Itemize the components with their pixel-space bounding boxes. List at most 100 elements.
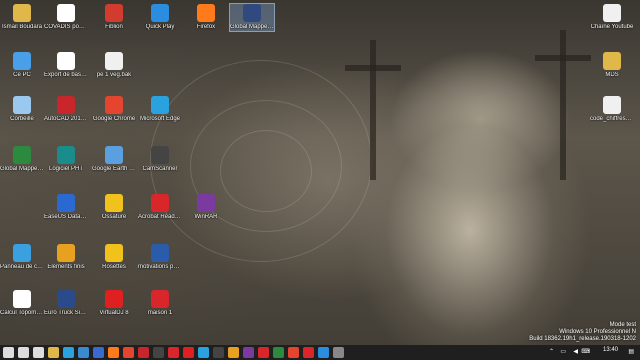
desktop-icon[interactable]: Acrobat Reader DC [138, 194, 182, 221]
desktop-icon[interactable]: Global Mapper 18 (64-bit) [0, 146, 44, 173]
desktop-icon[interactable]: MDS [590, 52, 634, 79]
desktop-icon-label: EaseUS Data Recovery Wizard [44, 214, 88, 220]
volume-icon[interactable]: ◀ [573, 348, 578, 355]
keyboard-icon[interactable]: ⌨ [581, 348, 590, 355]
pht-icon [57, 146, 75, 164]
desktop-icon-label: Export de base d'Articles [44, 72, 88, 78]
taskbar-app-9[interactable] [273, 347, 284, 358]
desktop-icon[interactable]: Euro Truck Simulator 2 [44, 290, 88, 317]
desktop-icon[interactable]: Ossature [92, 194, 136, 221]
wallpaper-web [220, 130, 312, 212]
clock[interactable]: 13:40 [603, 347, 618, 353]
desktop-icon[interactable]: Microsoft Edge [138, 96, 182, 123]
desktop-icon[interactable]: maison 1 [138, 290, 182, 317]
desktop-icon[interactable]: Chaîne Youtube [590, 4, 634, 31]
taskbar-chrome[interactable] [123, 347, 134, 358]
taskbar-app-13[interactable] [333, 347, 344, 358]
desktop-icon[interactable]: motivations pour métier... [138, 244, 182, 271]
desktop-icon[interactable]: pe 1 veg.bak [92, 52, 136, 79]
recycle-bin-icon [13, 96, 31, 114]
file-icon [603, 96, 621, 114]
desktop-icon[interactable]: Global Mapper 18 [229, 3, 275, 32]
desktop-icon[interactable]: Éléments finis [44, 244, 88, 271]
desktop-icon[interactable]: Export de base d'Articles [44, 52, 88, 79]
globe-icon [105, 146, 123, 164]
taskbar-app-11[interactable] [303, 347, 314, 358]
start-button[interactable] [3, 347, 14, 358]
task-view-button[interactable] [33, 347, 44, 358]
desktop-icon[interactable]: Google Earth Pro [92, 146, 136, 173]
desktop-icon[interactable]: VirtualDJ 8 [92, 290, 136, 317]
desktop-icon[interactable]: EaseUS Data Recovery Wizard [44, 194, 88, 221]
taskbar-app-4[interactable] [198, 347, 209, 358]
wallpaper-cross [370, 40, 376, 180]
desktop-icon-label: Rosettes [102, 264, 126, 270]
folder-icon [13, 4, 31, 22]
taskbar-app-2[interactable] [168, 347, 179, 358]
taskbar-app-1[interactable] [153, 347, 164, 358]
taskbar-app-7[interactable] [243, 347, 254, 358]
desktop-icon-label: MDS [605, 72, 619, 78]
desktop-icon[interactable]: Firefox [184, 4, 228, 31]
covadis-icon [57, 4, 75, 22]
desktop-icon[interactable]: Google Chrome [92, 96, 136, 123]
desktop-icon[interactable]: Quick Play [138, 4, 182, 31]
desktop-icon[interactable]: Ce PC [0, 52, 44, 79]
desktop-icon-label: Ossature [101, 214, 127, 220]
desktop-icon[interactable]: Calcul Topométrique [0, 290, 44, 317]
taskbar-app-3[interactable] [183, 347, 194, 358]
desktop-icon[interactable]: Ismail Boudara [0, 4, 44, 31]
desktop-icon-label: Microsoft Edge [139, 116, 181, 122]
desktop-icon[interactable]: Rosettes [92, 244, 136, 271]
taskbar-store[interactable] [78, 347, 89, 358]
rosettes-icon [105, 244, 123, 262]
desktop-icon-label: Panneau de configuration [0, 264, 44, 270]
desktop-icon-label: Google Chrome [92, 116, 136, 122]
computer-icon [13, 52, 31, 70]
network-icon[interactable]: ▭ [560, 348, 566, 355]
taskbar-app-10[interactable] [288, 347, 299, 358]
desktop-icon[interactable]: COVADIS pour AutoCAD 201... [44, 4, 88, 31]
desktop-icon[interactable]: CamScanner [138, 146, 182, 173]
desktop-icon-label: Logiciel PHT [48, 166, 83, 172]
desktop-icon-label: Google Earth Pro [92, 166, 136, 172]
desktop-icon[interactable]: WinRAR [184, 194, 228, 221]
chevron-up-icon[interactable]: ⌃ [549, 348, 554, 355]
desktop-icon-label: code_chiffres_e... [590, 116, 634, 122]
taskbar-app-5[interactable] [213, 347, 224, 358]
taskbar-explorer[interactable] [48, 347, 59, 358]
taskbar-edge[interactable] [63, 347, 74, 358]
desktop-icon-label: Quick Play [145, 24, 175, 30]
wallpaper-cross [345, 65, 401, 71]
desktop-icon[interactable]: Fiblion [92, 4, 136, 31]
file-icon [603, 4, 621, 22]
taskbar-autocad[interactable] [138, 347, 149, 358]
desktop-icon[interactable]: code_chiffres_e... [590, 96, 634, 123]
covadis-icon [57, 52, 75, 70]
taskbar-firefox[interactable] [108, 347, 119, 358]
word-icon [151, 244, 169, 262]
quickplay-icon [151, 4, 169, 22]
watermark-line: Mode test [609, 322, 636, 328]
desktop-icon-label: COVADIS pour AutoCAD 201... [44, 24, 88, 30]
taskbar-app-6[interactable] [228, 347, 239, 358]
desktop-icon[interactable]: Corbeille [0, 96, 44, 123]
taskbar-mail[interactable] [93, 347, 104, 358]
virtualdj-icon [105, 290, 123, 308]
notifications-icon[interactable]: ▤ [628, 348, 634, 355]
taskbar-app-12[interactable] [318, 347, 329, 358]
desktop-icon[interactable]: Logiciel PHT [44, 146, 88, 173]
file-icon [105, 52, 123, 70]
search-button[interactable] [18, 347, 29, 358]
desktop-icon-label: Corbeille [10, 116, 34, 122]
chrome-icon [105, 96, 123, 114]
taskbar-app-8[interactable] [258, 347, 269, 358]
desktop-icon-label: Chaîne Youtube [590, 24, 634, 30]
desktop: Ismail BoudaraCOVADIS pour AutoCAD 201..… [0, 0, 640, 345]
desktop-icon[interactable]: Panneau de configuration [0, 244, 44, 271]
desktop-icon-label: Ismail Boudara [1, 24, 43, 30]
desktop-icon[interactable]: AutoCAD 2018 - Français (Fr... [44, 96, 88, 123]
ossature-icon [105, 194, 123, 212]
watermark-line: Windows 10 Professionnel N [559, 329, 636, 335]
desktop-icon-label: Acrobat Reader DC [138, 214, 182, 220]
